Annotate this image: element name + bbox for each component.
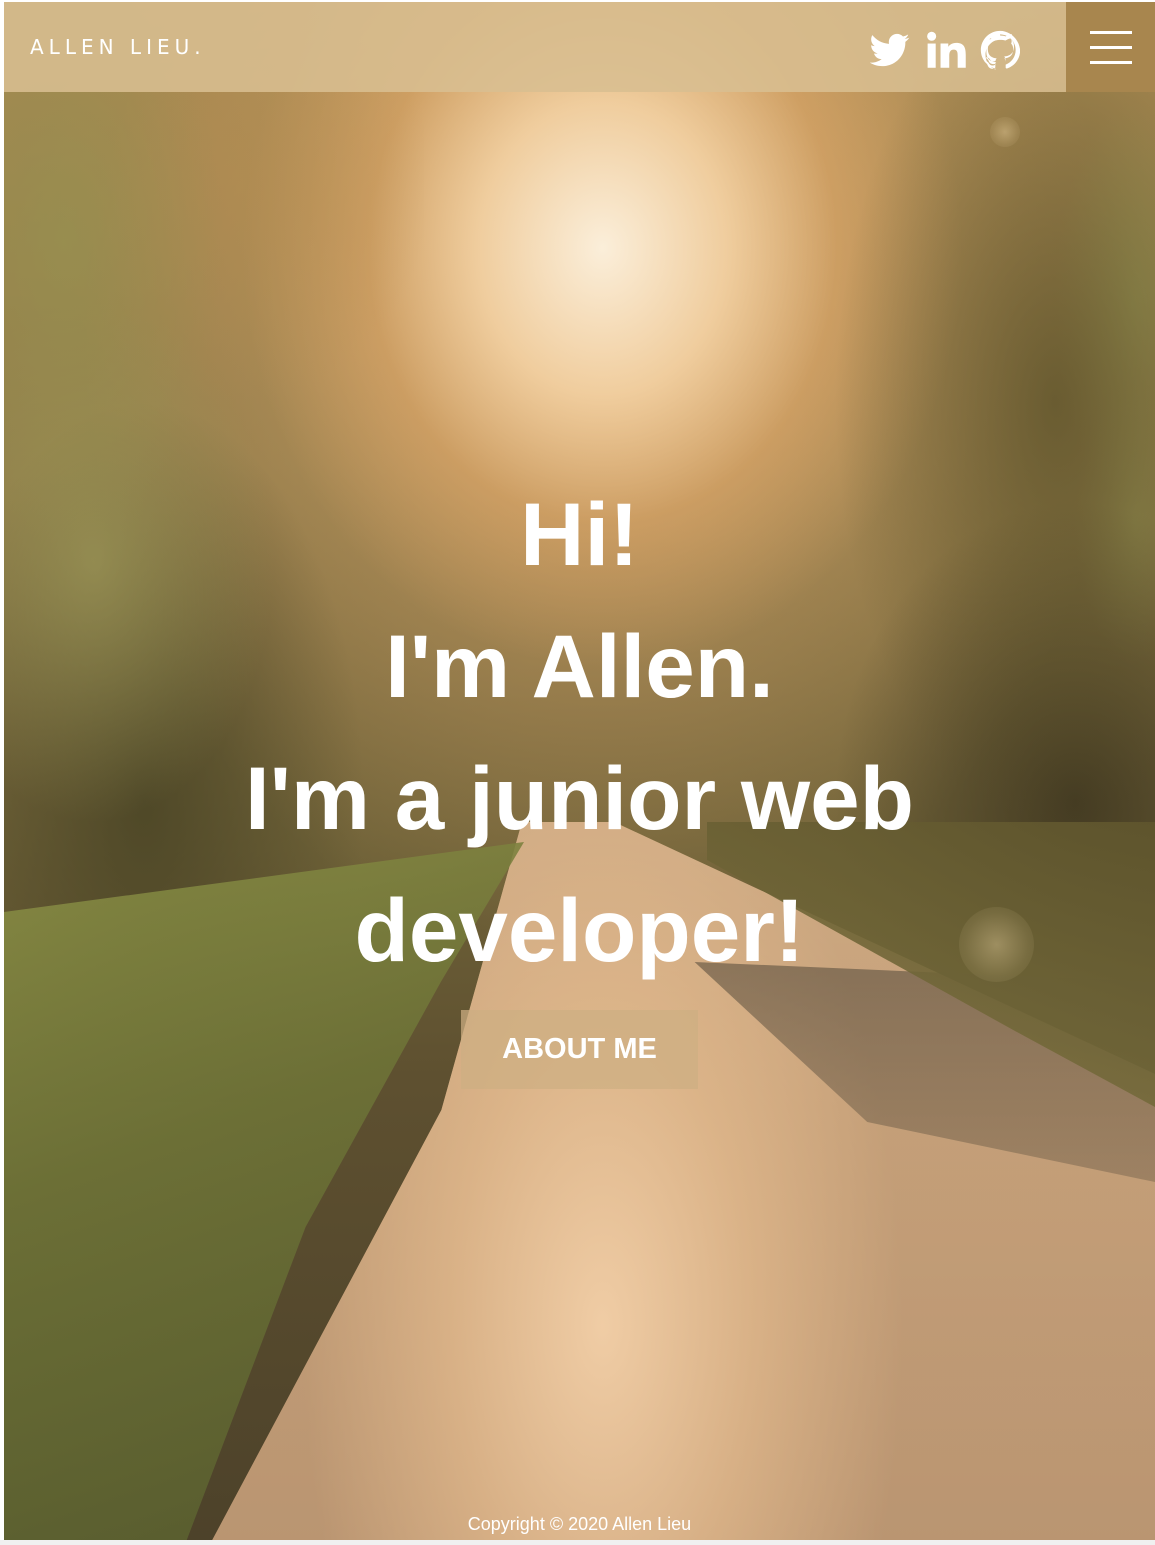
github-link[interactable] [980, 30, 1021, 70]
headline-line-1: Hi! [520, 484, 639, 584]
twitter-link[interactable] [869, 30, 910, 70]
page: ALLEN LIEU. Hi! I'm Allen. I'm a junior … [0, 0, 1155, 1545]
headline-line-4: developer! [354, 880, 805, 980]
github-icon [980, 30, 1021, 70]
linkedin-icon [927, 31, 966, 68]
page-bottom-edge [0, 1540, 1155, 1545]
brand-logo[interactable]: ALLEN LIEU. [30, 35, 206, 59]
lens-flare [990, 117, 1020, 147]
menu-toggle-button[interactable] [1066, 2, 1155, 92]
hero-headline: Hi! I'm Allen. I'm a junior web develope… [0, 468, 1155, 996]
linkedin-link[interactable] [926, 30, 968, 70]
headline-line-3: I'm a junior web [245, 748, 914, 848]
twitter-icon [869, 33, 910, 67]
copyright-footer: Copyright © 2020 Allen Lieu [467, 1514, 692, 1534]
navbar: ALLEN LIEU. [4, 2, 1066, 92]
about-me-button[interactable]: ABOUT ME [461, 1010, 698, 1089]
headline-line-2: I'm Allen. [385, 616, 774, 716]
